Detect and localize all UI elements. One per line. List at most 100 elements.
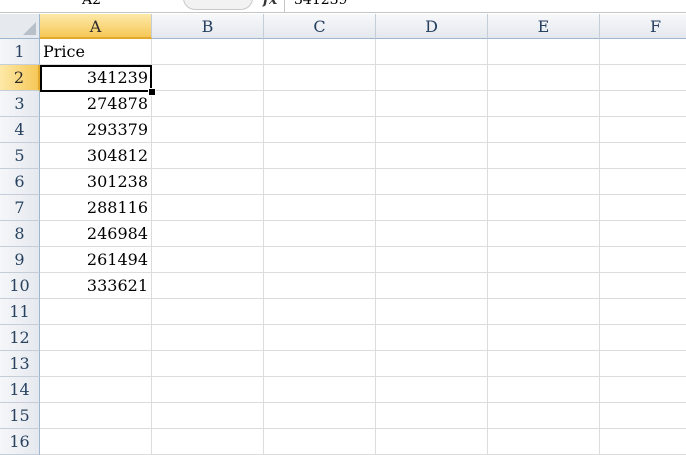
cell-d14[interactable] (376, 377, 488, 403)
cell-d10[interactable] (376, 273, 488, 299)
cell-f11[interactable] (600, 299, 686, 325)
cell-b11[interactable] (152, 299, 264, 325)
cell-f15[interactable] (600, 403, 686, 429)
cell-b10[interactable] (152, 273, 264, 299)
cell-c8[interactable] (264, 221, 376, 247)
cell-e9[interactable] (488, 247, 600, 273)
column-header-a[interactable]: A (40, 14, 152, 39)
cell-b1[interactable] (152, 39, 264, 65)
cell-a5[interactable]: 304812 (40, 143, 152, 169)
cell-d4[interactable] (376, 117, 488, 143)
cell-a4[interactable]: 293379 (40, 117, 152, 143)
cell-e3[interactable] (488, 91, 600, 117)
cell-c6[interactable] (264, 169, 376, 195)
cell-c15[interactable] (264, 403, 376, 429)
cell-d9[interactable] (376, 247, 488, 273)
row-header-10[interactable]: 10 (0, 273, 40, 299)
cell-e8[interactable] (488, 221, 600, 247)
cell-f5[interactable] (600, 143, 686, 169)
cell-e6[interactable] (488, 169, 600, 195)
row-header-4[interactable]: 4 (0, 117, 40, 143)
cell-c4[interactable] (264, 117, 376, 143)
cell-e15[interactable] (488, 403, 600, 429)
column-header-d[interactable]: D (376, 14, 488, 39)
row-header-1[interactable]: 1 (0, 39, 40, 65)
select-all-button[interactable] (0, 14, 40, 39)
cell-a9[interactable]: 261494 (40, 247, 152, 273)
cell-f2[interactable] (600, 65, 686, 91)
cell-f6[interactable] (600, 169, 686, 195)
cell-b5[interactable] (152, 143, 264, 169)
fill-handle[interactable] (148, 88, 156, 96)
row-header-13[interactable]: 13 (0, 351, 40, 377)
cell-d15[interactable] (376, 403, 488, 429)
cell-a3[interactable]: 274878 (40, 91, 152, 117)
row-header-7[interactable]: 7 (0, 195, 40, 221)
cell-c1[interactable] (264, 39, 376, 65)
cell-d1[interactable] (376, 39, 488, 65)
cell-e14[interactable] (488, 377, 600, 403)
cell-d5[interactable] (376, 143, 488, 169)
row-header-14[interactable]: 14 (0, 377, 40, 403)
cell-e13[interactable] (488, 351, 600, 377)
cell-f12[interactable] (600, 325, 686, 351)
cell-b4[interactable] (152, 117, 264, 143)
cell-c11[interactable] (264, 299, 376, 325)
column-header-e[interactable]: E (488, 14, 600, 39)
cell-b6[interactable] (152, 169, 264, 195)
cell-b15[interactable] (152, 403, 264, 429)
cell-c7[interactable] (264, 195, 376, 221)
cell-d7[interactable] (376, 195, 488, 221)
cell-a8[interactable]: 246984 (40, 221, 152, 247)
cell-d13[interactable] (376, 351, 488, 377)
cell-c12[interactable] (264, 325, 376, 351)
cell-c9[interactable] (264, 247, 376, 273)
cell-e5[interactable] (488, 143, 600, 169)
cell-b16[interactable] (152, 429, 264, 455)
cell-b8[interactable] (152, 221, 264, 247)
cell-f10[interactable] (600, 273, 686, 299)
cell-c10[interactable] (264, 273, 376, 299)
cell-b12[interactable] (152, 325, 264, 351)
cell-a10[interactable]: 333621 (40, 273, 152, 299)
insert-function-icon[interactable]: fx (258, 0, 282, 10)
row-header-6[interactable]: 6 (0, 169, 40, 195)
column-header-b[interactable]: B (152, 14, 264, 39)
cell-a6[interactable]: 301238 (40, 169, 152, 195)
cell-c14[interactable] (264, 377, 376, 403)
row-header-12[interactable]: 12 (0, 325, 40, 351)
cell-d8[interactable] (376, 221, 488, 247)
cell-e16[interactable] (488, 429, 600, 455)
cell-e12[interactable] (488, 325, 600, 351)
cell-f14[interactable] (600, 377, 686, 403)
cell-e10[interactable] (488, 273, 600, 299)
cell-b7[interactable] (152, 195, 264, 221)
row-header-8[interactable]: 8 (0, 221, 40, 247)
cell-a16[interactable] (40, 429, 152, 455)
cell-f13[interactable] (600, 351, 686, 377)
row-header-11[interactable]: 11 (0, 299, 40, 325)
cell-a15[interactable] (40, 403, 152, 429)
cell-d3[interactable] (376, 91, 488, 117)
name-box[interactable]: A2 (0, 0, 183, 10)
cell-a13[interactable] (40, 351, 152, 377)
cell-f7[interactable] (600, 195, 686, 221)
row-header-16[interactable]: 16 (0, 429, 40, 455)
row-header-15[interactable]: 15 (0, 403, 40, 429)
cell-a1[interactable]: Price (40, 39, 152, 65)
row-header-3[interactable]: 3 (0, 91, 40, 117)
cell-a2[interactable]: 341239 (40, 65, 152, 91)
cell-f1[interactable] (600, 39, 686, 65)
cell-d6[interactable] (376, 169, 488, 195)
cell-e11[interactable] (488, 299, 600, 325)
cell-b13[interactable] (152, 351, 264, 377)
cell-f3[interactable] (600, 91, 686, 117)
cell-d12[interactable] (376, 325, 488, 351)
row-header-2[interactable]: 2 (0, 65, 40, 91)
cell-d16[interactable] (376, 429, 488, 455)
row-header-5[interactable]: 5 (0, 143, 40, 169)
formula-input[interactable]: 341239 (294, 0, 674, 10)
column-header-f[interactable]: F (600, 14, 686, 39)
cell-f8[interactable] (600, 221, 686, 247)
cell-e7[interactable] (488, 195, 600, 221)
